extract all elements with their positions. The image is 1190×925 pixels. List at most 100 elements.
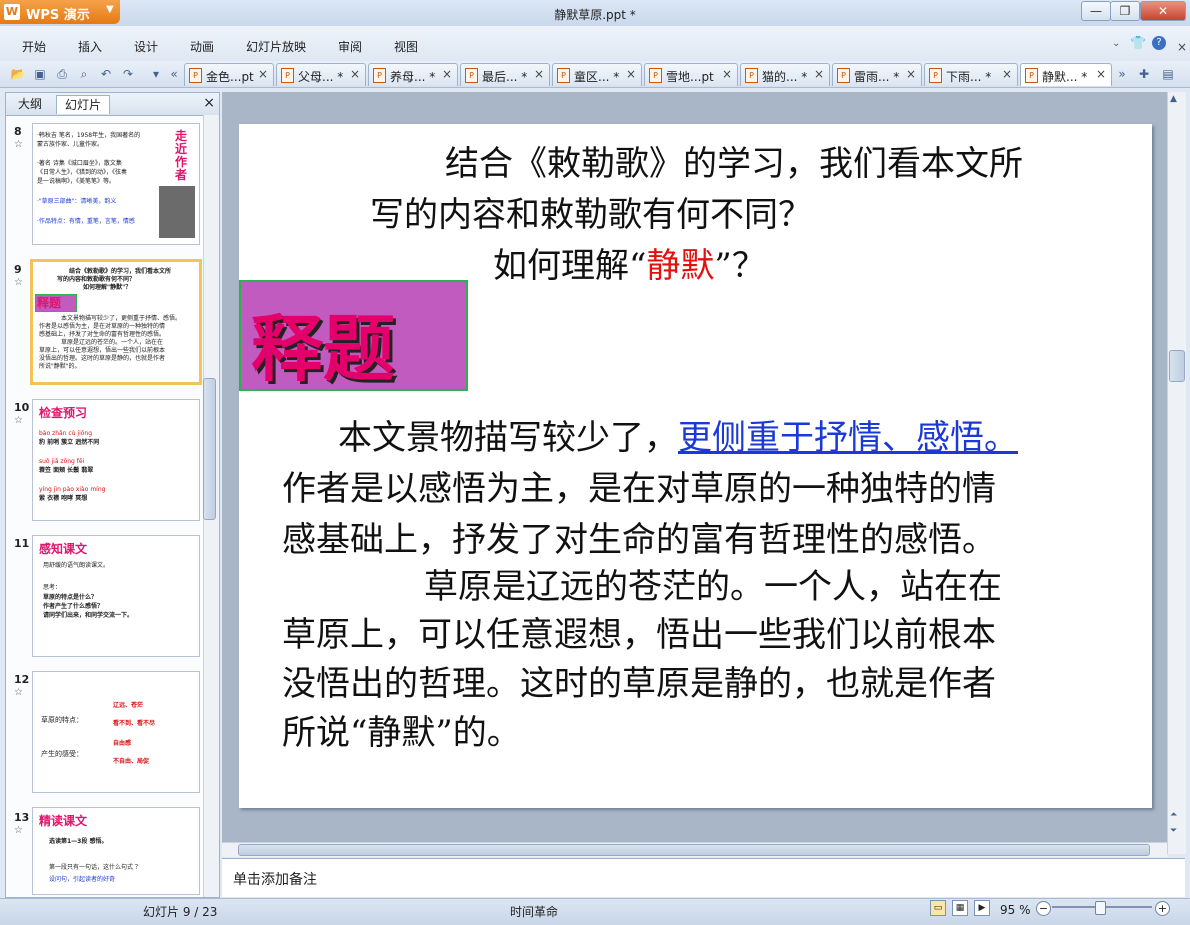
menu-design[interactable]: 设计 [134, 38, 158, 55]
tab-doc-3[interactable]: P 养母... * × [368, 63, 458, 86]
tab-doc-1[interactable]: P 金色...pt × [184, 63, 274, 86]
ppt-file-icon: P [465, 68, 478, 83]
ppt-file-icon: P [281, 68, 294, 83]
slide-number: 12 [14, 673, 30, 686]
normal-view-icon[interactable]: ▭ [930, 900, 946, 916]
zoom-level: 95 % [1000, 903, 1031, 917]
ppt-file-icon: P [929, 68, 942, 83]
restore-icon: ❐ [1119, 4, 1131, 18]
panel-scrollbar-thumb[interactable] [203, 378, 216, 520]
vertical-scrollbar-thumb[interactable] [1169, 350, 1185, 382]
tab-doc-7[interactable]: P 猫的... * × [740, 63, 830, 86]
tab-close-icon[interactable]: × [626, 67, 636, 81]
app-name: WPS 演示 [26, 8, 90, 23]
horizontal-scrollbar-thumb[interactable] [238, 844, 1150, 856]
question-line-3: 如何理解“静默”？ [493, 246, 766, 286]
emphasis-link[interactable]: 更侧重于抒情、感悟。 [678, 418, 1018, 458]
redo-icon[interactable]: ↷ [120, 67, 136, 81]
animation-star-icon: ☆ [14, 277, 23, 288]
save-icon[interactable]: ▣ [32, 67, 48, 81]
tab-close-icon[interactable]: × [814, 67, 824, 81]
collapse-ribbon-icon[interactable]: ⌄ [1112, 38, 1120, 49]
tab-scroll-right-icon[interactable]: » [1114, 67, 1130, 81]
tab-close-icon[interactable]: × [1096, 67, 1106, 81]
tab-doc-8[interactable]: P 雷雨... * × [832, 63, 922, 86]
slide-thumbnail-10[interactable]: 检查预习 bào zhǎn cù jiōng 豹 前哨 簇立 迥然不同 suō … [32, 399, 200, 521]
print-preview-icon[interactable]: ⌕ [76, 67, 92, 81]
prev-slide-icon[interactable]: ⏶ [1170, 810, 1177, 820]
notes-placeholder: 单击添加备注 [233, 872, 317, 888]
slide-counter: 幻灯片 9 / 23 [143, 905, 218, 919]
slide-number: 11 [14, 537, 30, 550]
slide-number: 10 [14, 401, 30, 414]
menu-review[interactable]: 审阅 [338, 38, 362, 55]
notes-pane[interactable]: 单击添加备注 [222, 858, 1185, 897]
section-title: 释题 [251, 306, 396, 391]
menu-slideshow[interactable]: 幻灯片放映 [246, 38, 306, 55]
tab-outline[interactable]: 大纲 [10, 95, 50, 113]
animation-star-icon: ☆ [14, 825, 23, 836]
help-icon[interactable]: ? [1152, 36, 1166, 50]
menu-insert[interactable]: 插入 [78, 38, 102, 55]
zoom-in-icon[interactable]: + [1155, 901, 1170, 916]
tab-close-icon[interactable]: × [534, 67, 544, 81]
new-tab-icon[interactable]: ✚ [1136, 67, 1152, 81]
close-icon: ✕ [1157, 4, 1169, 18]
paragraph-1-line-2: 作者是以感悟为主，是在对草原的一种独特的情 [282, 469, 996, 509]
thumb-title: 走近作者 [175, 129, 188, 182]
tab-doc-9[interactable]: P 下雨... * × [924, 63, 1018, 86]
customize-icon[interactable]: ▾ [148, 67, 164, 81]
zoom-slider-knob[interactable] [1095, 901, 1106, 915]
slide-thumbnail-9-selected[interactable]: 结合《敕勒歌》的学习，我们看本文所 写的内容和敕勒歌有何不同？ 如何理解"静默"… [30, 259, 202, 385]
tab-list-icon[interactable]: ▤ [1160, 67, 1176, 81]
tab-close-icon[interactable]: × [258, 67, 268, 81]
tab-doc-6[interactable]: P 雪地...pt × [644, 63, 738, 86]
zoom-out-icon[interactable]: − [1036, 901, 1051, 916]
slide-thumbnail-12[interactable]: 草原的特点： 辽远、苍茫 看不到、看不尽 产生的感受： 自由感 不自由、局促 [32, 671, 200, 793]
tab-doc-10-active[interactable]: P 静默... * × [1020, 63, 1112, 86]
next-slide-icon[interactable]: ⏷ [1170, 826, 1177, 836]
tab-slides[interactable]: 幻灯片 [56, 95, 111, 114]
slide-number: 8 [14, 125, 22, 138]
skin-icon[interactable]: 👕 [1130, 36, 1146, 51]
ppt-file-icon: P [649, 68, 662, 83]
tab-close-icon[interactable]: × [722, 67, 732, 81]
tab-close-icon[interactable]: × [906, 67, 916, 81]
slide-thumbnail-8[interactable]: 走近作者 ·韩秋吉 笔名，1958年生，我国著名的 蒙古族作家、儿童作家。 ·著… [32, 123, 200, 245]
slide-thumbnail-11[interactable]: 感知课文 用舒缓的语气朗读课文。 思考： 草原的特点是什么？ 作者产生了什么感悟… [32, 535, 200, 657]
panel-close-icon[interactable]: × [203, 95, 215, 111]
slides-panel: 大纲 幻灯片 × 8 ☆ 走近作者 ·韩秋吉 笔名，1958年生，我国著名的 蒙… [5, 92, 220, 898]
dropdown-arrow-icon: ▼ [106, 4, 114, 15]
app-menu-button[interactable]: W WPS 演示 ▼ [0, 0, 120, 24]
scroll-up-icon[interactable]: ▲ [1170, 94, 1177, 104]
menu-start[interactable]: 开始 [22, 38, 46, 55]
tab-close-icon[interactable]: × [350, 67, 360, 81]
question-line-1: 结合《敕勒歌》的学习，我们看本文所 [445, 144, 1023, 184]
ribbon-close-icon[interactable]: × [1177, 40, 1187, 54]
menu-view[interactable]: 视图 [394, 38, 418, 55]
tab-close-icon[interactable]: × [442, 67, 452, 81]
tab-doc-4[interactable]: P 最后... * × [460, 63, 550, 86]
question-line-2: 写的内容和敕勒歌有何不同？ [370, 195, 812, 235]
close-window-button[interactable]: ✕ [1140, 1, 1186, 21]
menu-animation[interactable]: 动画 [190, 38, 214, 55]
paragraph-2-line-4: 所说“静默”的。 [282, 713, 521, 753]
author-photo [159, 186, 195, 238]
ppt-file-icon: P [1025, 68, 1038, 83]
slideshow-icon[interactable]: ▶ [974, 900, 990, 916]
tab-scroll-left-icon[interactable]: « [166, 67, 182, 81]
undo-icon[interactable]: ↶ [98, 67, 114, 81]
animation-star-icon: ☆ [14, 687, 23, 698]
vertical-scrollbar[interactable] [1167, 92, 1186, 854]
open-icon[interactable]: 📂 [10, 67, 26, 81]
slide-thumbnail-13[interactable]: 精读课文 选读第1—3段 感悟。 第一段只有一句话，这什么句式 ？ 设问句，引起… [32, 807, 200, 895]
slide-sorter-icon[interactable]: ▦ [952, 900, 968, 916]
tab-doc-2[interactable]: P 父母... * × [276, 63, 366, 86]
paragraph-2-line-2: 草原上，可以任意遐想，悟出一些我们以前根本 [282, 615, 996, 655]
maximize-button[interactable]: ❐ [1110, 1, 1140, 21]
tab-close-icon[interactable]: × [1002, 67, 1012, 81]
print-icon[interactable]: ⎙ [54, 67, 70, 81]
minimize-button[interactable]: — [1081, 1, 1111, 21]
slide-number: 9 [14, 263, 22, 276]
tab-doc-5[interactable]: P 童区... * × [552, 63, 642, 86]
